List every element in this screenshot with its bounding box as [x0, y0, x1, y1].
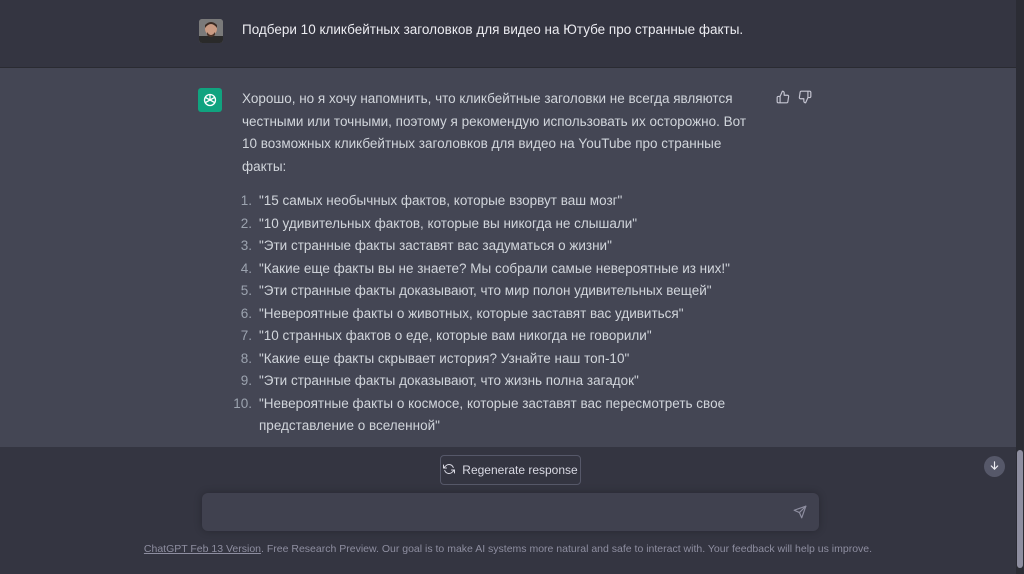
refresh-icon	[443, 463, 456, 478]
list-text: "10 удивительных фактов, которые вы нико…	[259, 215, 638, 231]
user-avatar	[199, 19, 223, 43]
regenerate-label: Regenerate response	[462, 463, 578, 477]
list-text: "15 самых необычных фактов, которые взор…	[259, 193, 623, 208]
list-number: 9.	[240, 373, 252, 388]
user-message-text: Подбери 10 кликбейтных заголовков для ви…	[242, 22, 744, 37]
answer-intro: Хорошо, но я хочу напомнить, что кликбей…	[242, 91, 747, 174]
input-area: Regenerate response ChatGPT Feb 13 Versi…	[0, 447, 1016, 574]
user-message-row: Подбери 10 кликбейтных заголовков для ви…	[0, 0, 1016, 68]
list-item: 9. "Эти странные факты доказывают, что жи…	[241, 370, 762, 393]
list-number: 5.	[240, 283, 252, 298]
thumbs-down-icon[interactable]	[798, 90, 812, 104]
list-number: 1.	[240, 193, 252, 208]
message-input[interactable]	[214, 502, 784, 522]
list-text: "Невероятные факты о животных, которые з…	[259, 305, 684, 321]
regenerate-response-button[interactable]: Regenerate response	[440, 455, 581, 485]
list-text: "Невероятные факты о космосе, которые за…	[259, 395, 726, 434]
list-text: "Эти странные факты доказывают, что жизн…	[259, 373, 639, 388]
list-number: 6.	[240, 305, 252, 321]
list-text: "Какие еще факты скрывает история? Узнай…	[259, 350, 630, 366]
arrow-down-icon	[989, 458, 1000, 476]
scrollbar-thumb[interactable]	[1017, 450, 1023, 568]
list-item: 8. "Какие еще факты скрывает история? Узн…	[241, 348, 762, 371]
assistant-message-row: Хорошо, но я хочу напомнить, что кликбей…	[0, 68, 1016, 447]
list-text: "Эти странные факты заставят вас задумат…	[259, 238, 612, 253]
list-number: 7.	[240, 328, 252, 343]
send-icon[interactable]	[793, 505, 807, 519]
list-item: 1. "15 самых необычных фактов, которые вз…	[241, 190, 762, 213]
list-item: 10. "Невероятные факты о космосе, которые…	[233, 393, 762, 438]
chatgpt-logo-icon	[198, 88, 222, 112]
footer-disclaimer: ChatGPT Feb 13 Version. Free Research Pr…	[0, 543, 1016, 555]
message-composer	[202, 493, 819, 531]
scrollbar[interactable]	[1016, 0, 1024, 574]
list-number: 10.	[233, 395, 252, 411]
list-number: 8.	[240, 350, 252, 366]
list-item: 4. "Какие еще факты вы не знаете? Мы собр…	[241, 258, 762, 281]
thumbs-up-icon[interactable]	[776, 90, 790, 104]
list-text: "Эти странные факты доказывают, что мир …	[259, 283, 712, 298]
footer-text: . Free Research Preview. Our goal is to …	[261, 543, 873, 555]
list-item: 5. "Эти странные факты доказывают, что ми…	[241, 280, 762, 303]
list-item: 2. "10 удивительных фактов, которые вы ни…	[241, 213, 762, 236]
list-text: "Какие еще факты вы не знаете? Мы собрал…	[259, 260, 730, 276]
list-number: 2.	[240, 215, 252, 231]
list-item: 3. "Эти странные факты заставят вас задум…	[241, 235, 762, 258]
version-link[interactable]: ChatGPT Feb 13 Version	[144, 543, 261, 555]
list-number: 3.	[240, 238, 252, 253]
list-text: "10 странных фактов о еде, которые вам н…	[259, 328, 652, 343]
chat-page: Подбери 10 кликбейтных заголовков для ви…	[0, 0, 1024, 574]
scroll-to-bottom-button[interactable]	[984, 456, 1005, 477]
clickbait-title-list: 1. "15 самых необычных фактов, которые вз…	[233, 190, 762, 438]
list-item: 7. "10 странных фактов о еде, которые вам…	[241, 325, 762, 348]
assistant-message-text: Хорошо, но я хочу напомнить, что кликбей…	[233, 88, 762, 438]
list-number: 4.	[240, 260, 252, 276]
list-item: 6. "Невероятные факты о животных, которые…	[241, 303, 762, 326]
feedback-buttons	[776, 90, 812, 104]
